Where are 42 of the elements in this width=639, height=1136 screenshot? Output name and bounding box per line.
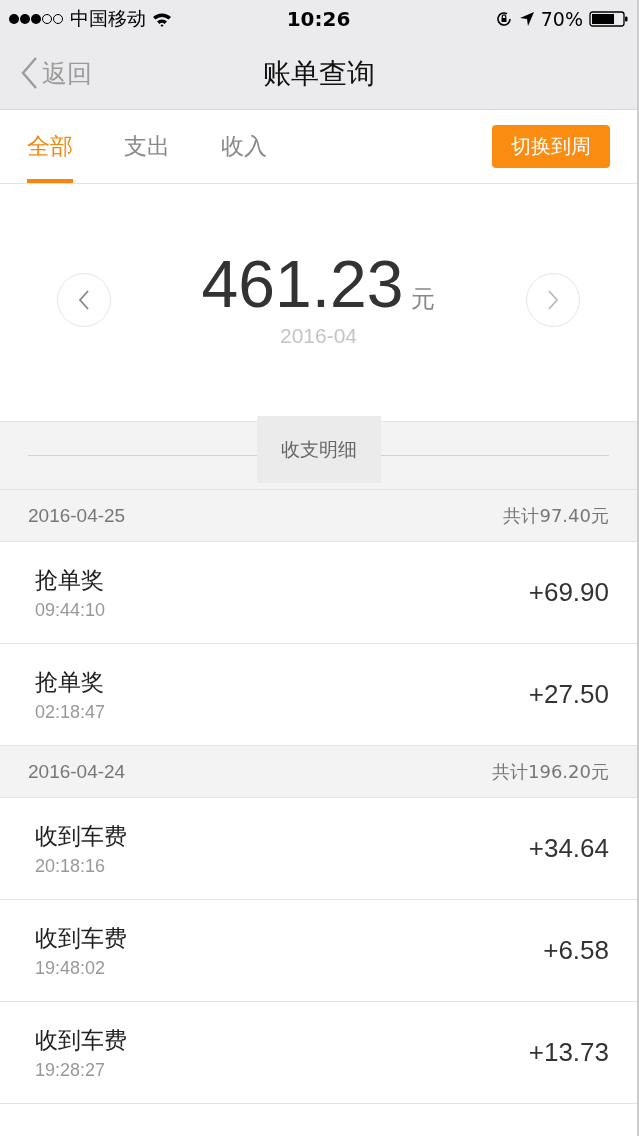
transaction-name: 收到车费 [35, 923, 127, 953]
transaction-time: 09:44:10 [35, 599, 106, 621]
transaction-amount: +13.73 [528, 1037, 609, 1068]
location-arrow-icon [518, 11, 535, 27]
rotation-lock-icon [494, 10, 513, 28]
transaction-time: 19:28:27 [35, 1059, 107, 1081]
battery-icon [589, 10, 629, 28]
filter-tab[interactable]: 全部 [27, 110, 73, 183]
day-total: 共计196.20元 [492, 759, 609, 784]
transaction-amount: +34.64 [528, 833, 609, 864]
transaction-name: 收到车费 [35, 821, 127, 851]
filter-tab[interactable]: 支出 [124, 110, 170, 183]
page-title: 账单查询 [262, 55, 375, 92]
transaction-name: 抢单奖 [35, 565, 105, 595]
transaction-amount: +6.58 [543, 935, 609, 966]
previous-month-button[interactable] [57, 272, 111, 327]
total-amount: 461.23 [201, 245, 404, 322]
transaction-time: 19:48:02 [35, 957, 107, 979]
date-header: 2016-04-24 [28, 760, 126, 783]
month-label: 2016-04 [279, 323, 358, 348]
transaction-time: 02:18:47 [35, 701, 106, 723]
day-total: 共计97.40元 [503, 503, 609, 528]
back-button[interactable]: 返回 [20, 56, 92, 90]
chevron-left-icon [20, 56, 38, 90]
carrier-name: 中国移动 [70, 6, 146, 31]
battery-percent: 70% [540, 8, 583, 30]
transaction-name: 收到车费 [35, 1025, 127, 1055]
next-month-button[interactable] [526, 272, 580, 327]
filter-tab[interactable]: 收入 [221, 110, 267, 183]
transaction-name: 抢单奖 [35, 667, 105, 697]
chevron-right-icon [547, 288, 559, 311]
transaction-amount: +69.90 [528, 577, 609, 608]
section-title: 收支明细 [256, 416, 381, 483]
transaction-time: 20:18:16 [35, 855, 107, 877]
wifi-icon [152, 11, 172, 27]
currency-unit: 元 [411, 283, 436, 315]
clock-time: 10:26 [286, 7, 351, 31]
date-header: 2016-04-25 [28, 504, 126, 527]
transaction-amount: +27.50 [528, 679, 609, 710]
switch-week-button[interactable]: 切换到周 [492, 125, 610, 168]
chevron-left-icon [78, 288, 90, 311]
signal-icon [8, 13, 64, 25]
